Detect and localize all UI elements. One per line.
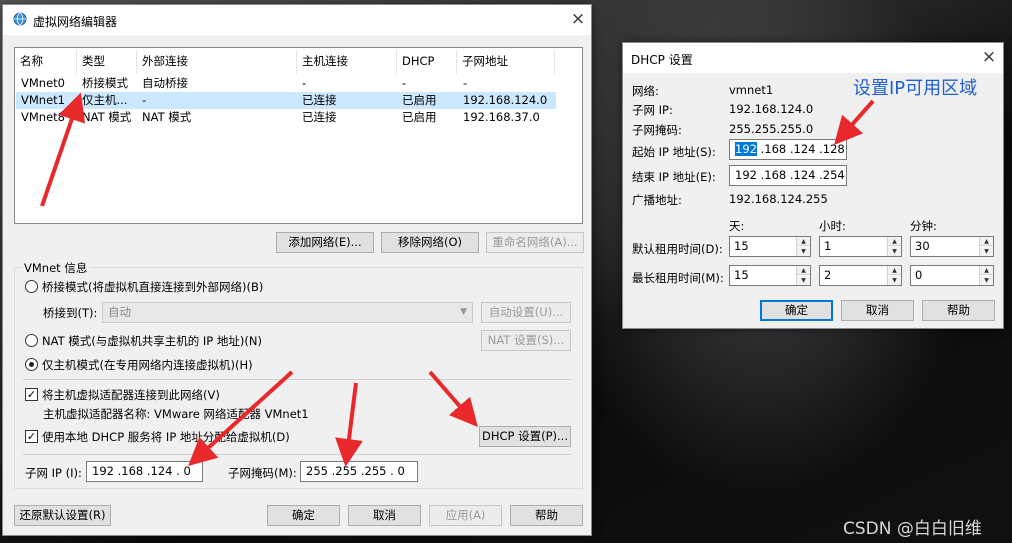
arrow-to-vmnet1: [40, 92, 86, 207]
arrow-to-subnet-ip: [188, 370, 294, 467]
watermark-text: CSDN @白白旧维: [843, 519, 982, 539]
annotation-arrows: [40, 92, 875, 467]
arrow-to-dhcp-settings: [428, 370, 478, 428]
arrow-to-start-ip: [834, 99, 875, 145]
arrow-to-subnet-mask: [335, 382, 363, 467]
